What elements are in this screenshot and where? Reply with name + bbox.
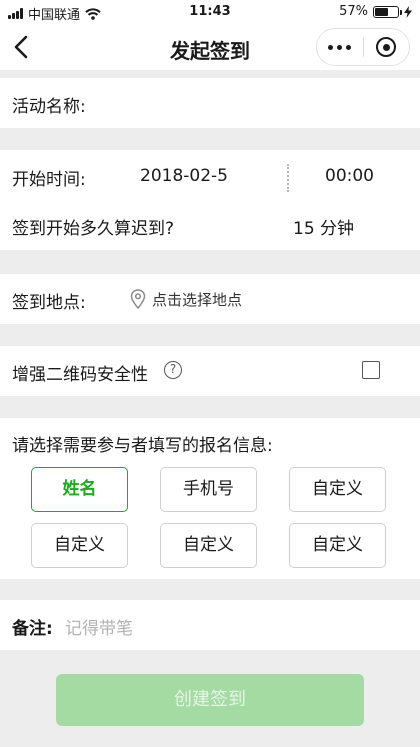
- activity-name-label: 活动名称:: [12, 97, 86, 117]
- battery-fill: [375, 7, 388, 16]
- nav-bar: 发起签到: [0, 24, 420, 70]
- start-time-label: 开始时间:: [12, 170, 86, 190]
- late-threshold-row: 签到开始多久算迟到? 15 分钟: [0, 202, 420, 250]
- charging-icon: [404, 5, 412, 18]
- late-threshold-label: 签到开始多久算迟到?: [12, 219, 175, 239]
- location-picker[interactable]: 点击选择地点: [130, 287, 242, 311]
- more-dot: [337, 44, 343, 50]
- note-input[interactable]: 记得带笔: [65, 614, 133, 639]
- option-custom-4[interactable]: 自定义: [289, 523, 386, 568]
- question-circle-icon[interactable]: ?: [164, 361, 182, 379]
- start-date-picker[interactable]: 2018-02-5: [140, 166, 228, 186]
- location-placeholder: 点击选择地点: [152, 290, 243, 309]
- qr-security-row: 增强二维码安全性 ?: [0, 346, 420, 396]
- start-time-picker[interactable]: 00:00: [325, 166, 374, 186]
- target-circle-icon: [376, 37, 397, 57]
- note-label: 备注:: [12, 619, 53, 639]
- location-pin-icon: [130, 289, 146, 309]
- more-dots-icon: [328, 44, 334, 50]
- battery-percent: 57%: [339, 4, 368, 19]
- option-custom-3[interactable]: 自定义: [160, 523, 257, 568]
- note-row: 备注: 记得带笔: [0, 600, 420, 650]
- option-custom-1[interactable]: 自定义: [289, 467, 386, 512]
- time-divider: [287, 164, 289, 192]
- close-miniprogram-button[interactable]: [363, 29, 409, 65]
- option-custom-2[interactable]: 自定义: [31, 523, 128, 568]
- create-checkin-button[interactable]: 创建签到: [56, 674, 364, 726]
- qr-security-checkbox[interactable]: [362, 361, 380, 379]
- status-right: 57%: [339, 4, 412, 19]
- more-dot: [346, 44, 352, 50]
- registration-info-prompt: 请选择需要参与者填写的报名信息:: [12, 436, 273, 456]
- option-name[interactable]: 姓名: [31, 467, 128, 512]
- registration-info-section: 请选择需要参与者填写的报名信息: 姓名 手机号 自定义 自定义 自定义 自定义: [0, 418, 420, 579]
- qr-security-label: 增强二维码安全性: [12, 365, 148, 385]
- location-label: 签到地点:: [12, 293, 86, 313]
- more-button[interactable]: [317, 29, 363, 65]
- capsule-menu: [316, 28, 410, 66]
- location-row: 签到地点: 点击选择地点: [0, 274, 420, 324]
- battery-icon: [373, 5, 402, 18]
- start-time-row: 开始时间: 2018-02-5 00:00: [0, 150, 420, 202]
- activity-name-row[interactable]: 活动名称:: [0, 78, 420, 128]
- status-bar: 中国联通 11:43 57%: [0, 0, 420, 24]
- late-threshold-picker[interactable]: 15 分钟: [293, 214, 354, 239]
- option-phone[interactable]: 手机号: [160, 467, 257, 512]
